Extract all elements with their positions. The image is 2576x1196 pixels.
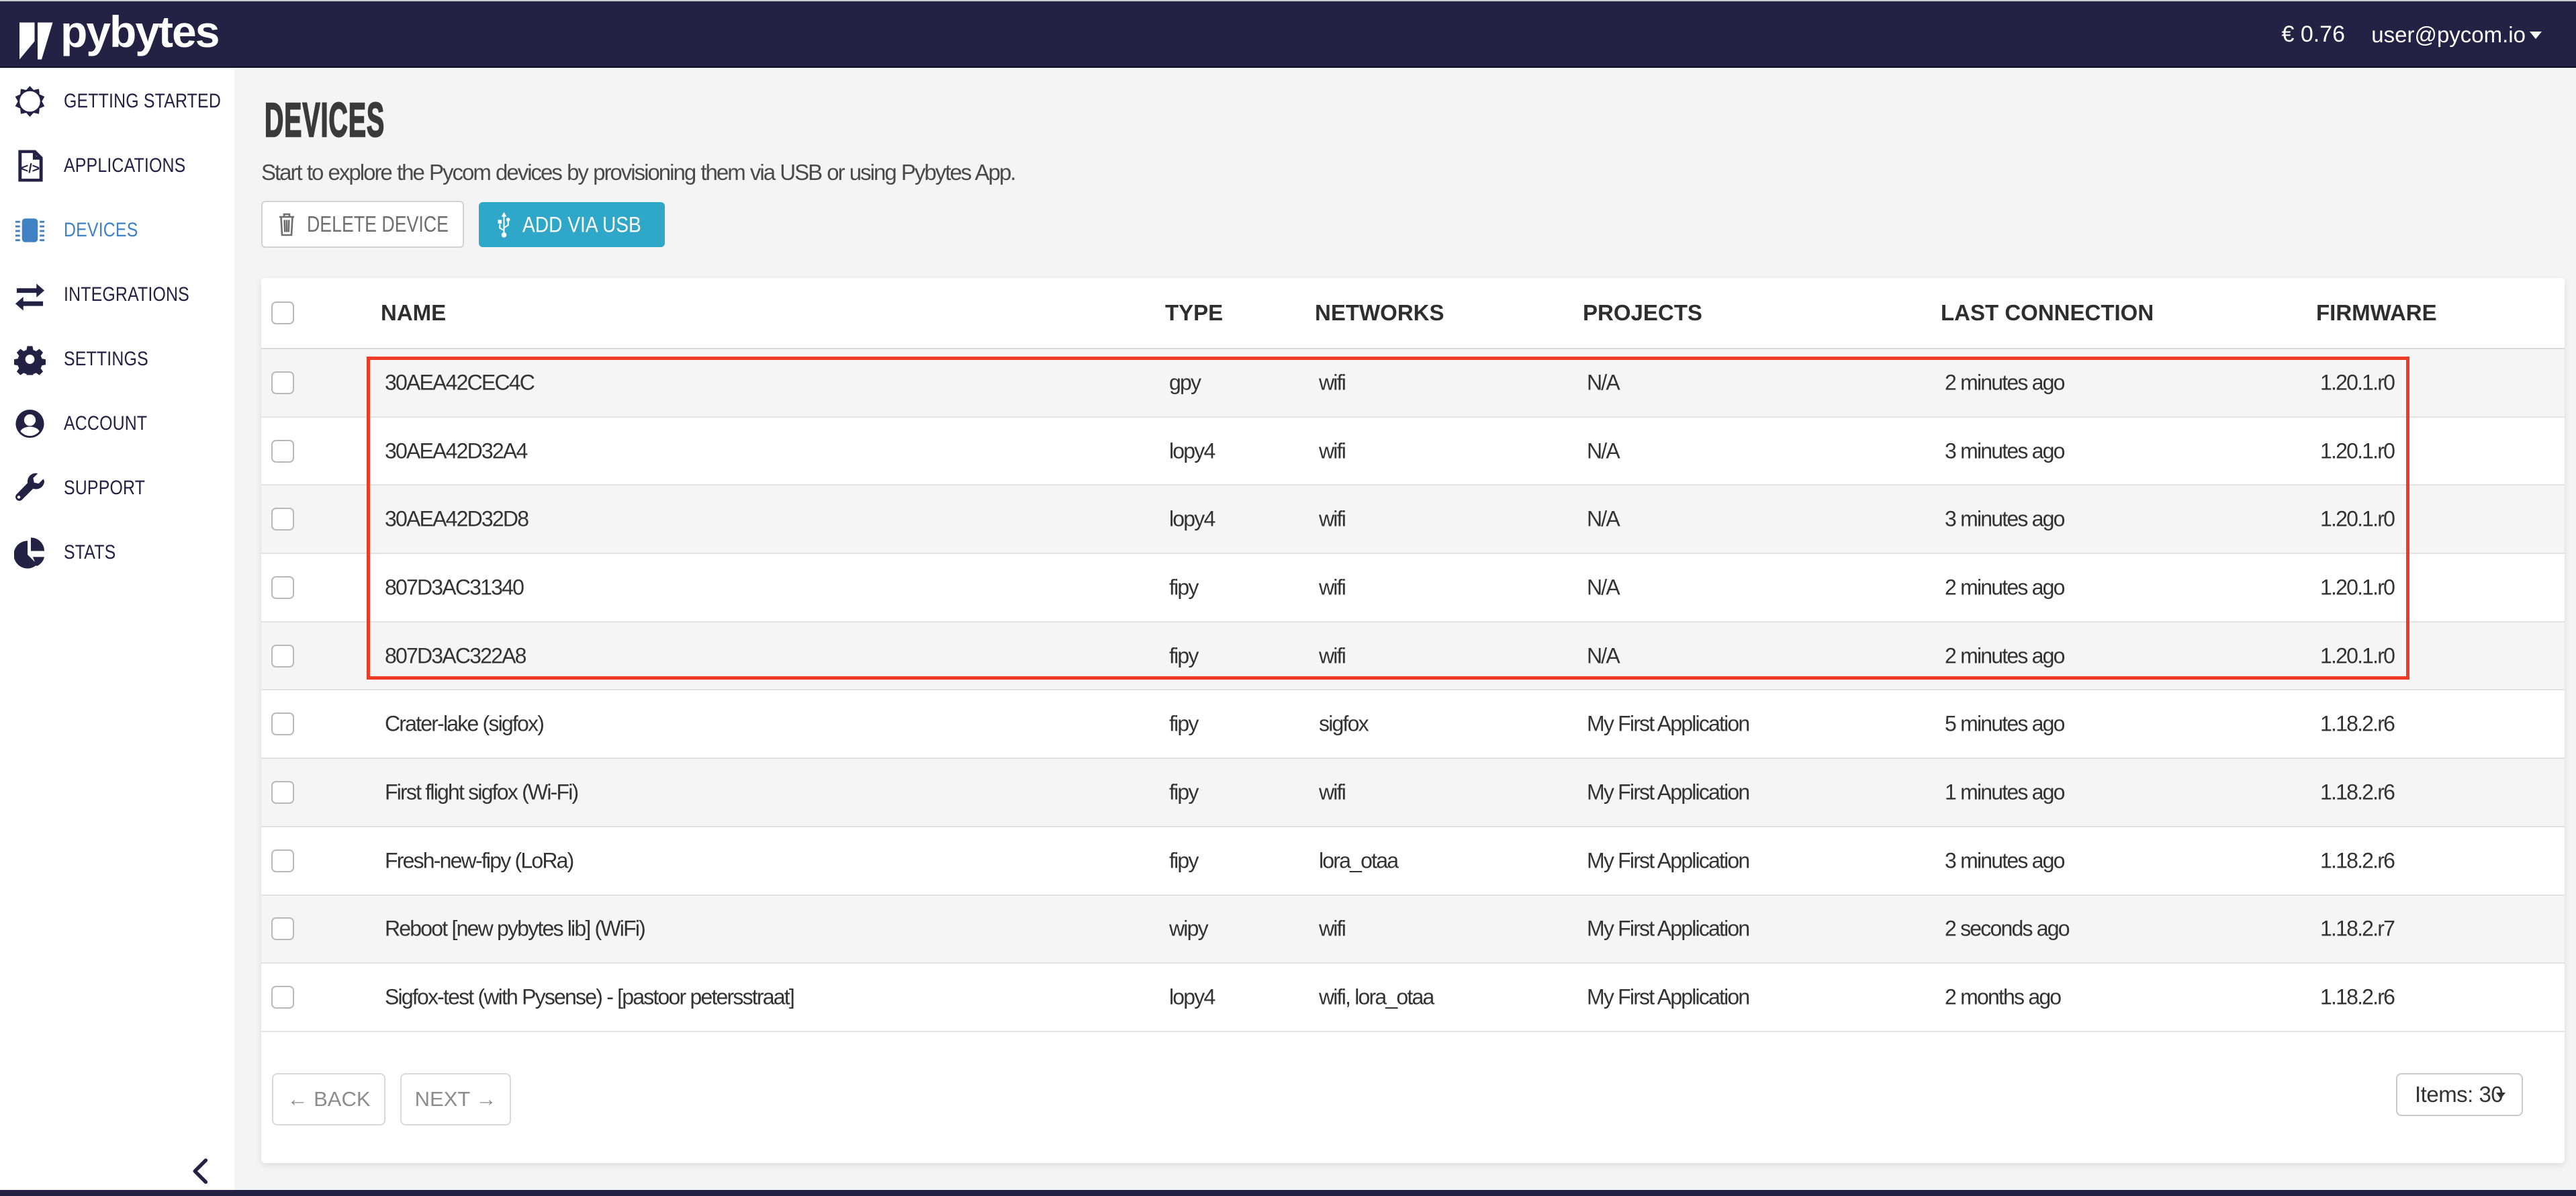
- svg-text:</>: </>: [21, 161, 40, 176]
